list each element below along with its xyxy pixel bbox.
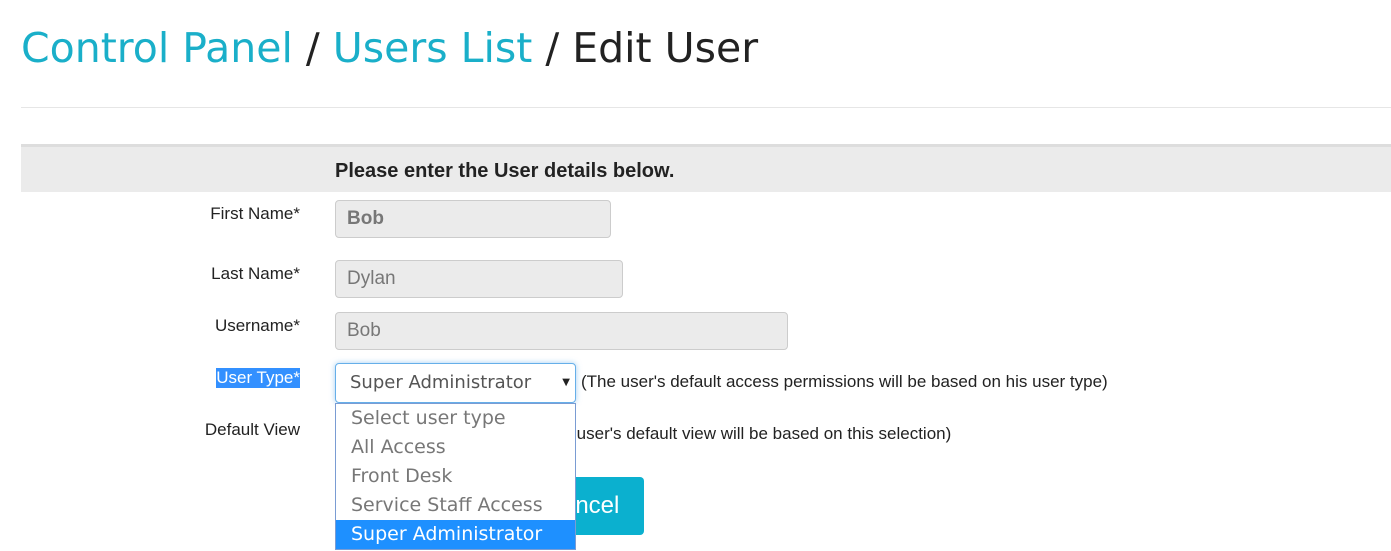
user-type-options: Select user type All Access Front Desk S… <box>335 403 576 550</box>
dropdown-arrow-icon: ▼ <box>562 377 570 388</box>
username-label: Username* <box>214 316 300 335</box>
breadcrumb-separator: / <box>305 24 320 72</box>
user-type-select[interactable]: Super Administrator ▼ <box>335 363 576 403</box>
form-heading: Please enter the User details below. <box>335 160 675 182</box>
username-input[interactable]: Bob <box>335 312 788 350</box>
option-super-administrator[interactable]: Super Administrator <box>336 520 575 549</box>
default-view-help: (The user's default view will be based o… <box>537 424 952 443</box>
option-all-access[interactable]: All Access <box>336 433 575 462</box>
divider <box>21 107 1391 108</box>
breadcrumb-separator: / <box>545 24 560 72</box>
breadcrumb: Control Panel / Users List / Edit User <box>21 24 758 72</box>
last-name-input[interactable]: Dylan <box>335 260 623 298</box>
default-view-label: Default View <box>204 420 300 439</box>
breadcrumb-users-list[interactable]: Users List <box>333 24 533 72</box>
user-type-help: (The user's default access permissions w… <box>581 372 1108 391</box>
option-front-desk[interactable]: Front Desk <box>336 462 575 491</box>
user-type-value: Super Administrator <box>350 372 532 393</box>
breadcrumb-control-panel[interactable]: Control Panel <box>21 24 293 72</box>
last-name-label: Last Name* <box>211 264 300 283</box>
option-select-user-type[interactable]: Select user type <box>336 404 575 433</box>
page-title: Edit User <box>572 24 759 72</box>
form-heading-band: Please enter the User details below. <box>21 144 1391 192</box>
first-name-input[interactable]: Bob <box>335 200 611 238</box>
first-name-label: First Name* <box>210 204 300 223</box>
user-type-label: User Type* <box>216 368 300 388</box>
option-service-staff-access[interactable]: Service Staff Access <box>336 491 575 520</box>
